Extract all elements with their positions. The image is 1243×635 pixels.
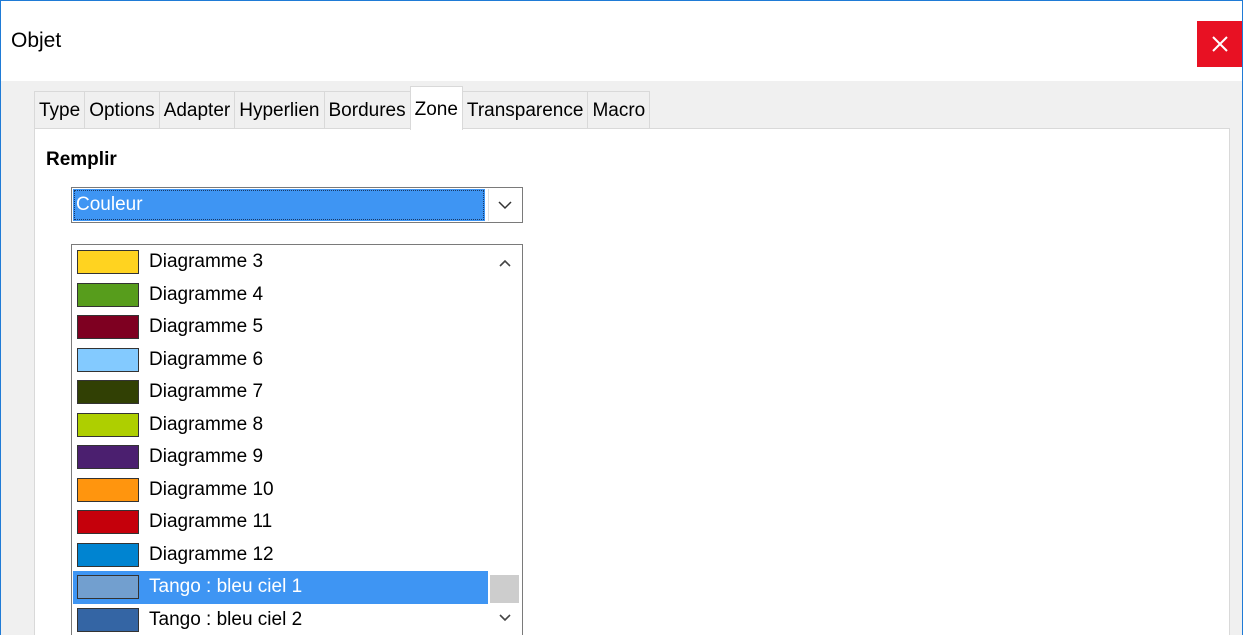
tab-hyperlien[interactable]: Hyperlien xyxy=(234,91,325,129)
fill-section-label: Remplir xyxy=(46,149,117,170)
color-label: Tango : bleu ciel 2 xyxy=(149,608,303,630)
color-swatch xyxy=(77,445,139,470)
color-list-item[interactable]: Tango : bleu ciel 2 xyxy=(73,604,488,635)
zone-panel: Remplir Couleur Diagramme 3 Diagramme 4 Di… xyxy=(34,128,1230,635)
color-list-items: Diagramme 3 Diagramme 4 Diagramme 5 Diagram… xyxy=(73,246,488,635)
tab-transparence[interactable]: Transparence xyxy=(461,91,589,129)
tab-bar: Type Options Adapter Hyperlien Bordures … xyxy=(34,85,651,130)
color-swatch xyxy=(77,347,139,372)
color-list-item[interactable]: Diagramme 7 xyxy=(73,376,488,409)
tab-macro[interactable]: Macro xyxy=(587,91,651,129)
color-label: Diagramme 10 xyxy=(149,478,274,500)
scroll-up-button[interactable] xyxy=(488,246,521,279)
color-label: Diagramme 12 xyxy=(149,543,274,565)
color-label: Diagramme 4 xyxy=(149,283,264,305)
object-dialog: Objet Type Options Adapter Hyperlien Bor… xyxy=(0,0,1243,635)
tab-bordures[interactable]: Bordures xyxy=(323,91,411,129)
color-label: Diagramme 3 xyxy=(149,251,264,273)
color-list-item[interactable]: Diagramme 3 xyxy=(73,246,488,279)
color-swatch xyxy=(77,282,139,307)
color-swatch xyxy=(77,412,139,437)
color-list[interactable]: Diagramme 3 Diagramme 4 Diagramme 5 Diagram… xyxy=(71,244,523,635)
color-swatch xyxy=(77,380,139,405)
close-icon xyxy=(1211,36,1228,52)
chevron-down-icon xyxy=(498,613,511,621)
tab-options[interactable]: Options xyxy=(84,91,160,129)
color-list-item[interactable]: Diagramme 4 xyxy=(73,279,488,312)
color-label: Diagramme 5 xyxy=(149,316,264,338)
color-list-item[interactable]: Diagramme 9 xyxy=(73,441,488,474)
tab-adapter[interactable]: Adapter xyxy=(158,91,236,129)
color-swatch xyxy=(77,607,139,632)
color-list-item[interactable]: Diagramme 11 xyxy=(73,506,488,539)
close-button[interactable] xyxy=(1197,21,1242,67)
color-swatch xyxy=(77,510,139,535)
color-label: Tango : bleu ciel 1 xyxy=(149,576,303,598)
color-list-item[interactable]: Diagramme 5 xyxy=(73,311,488,344)
color-swatch xyxy=(77,575,139,600)
color-list-item[interactable]: Diagramme 12 xyxy=(73,539,488,572)
color-label: Diagramme 6 xyxy=(149,348,264,370)
fill-type-dropdown-button[interactable] xyxy=(488,189,521,221)
chevron-down-icon xyxy=(498,200,512,209)
color-swatch xyxy=(77,250,139,275)
color-list-item[interactable]: Diagramme 8 xyxy=(73,409,488,442)
color-list-scrollbar[interactable] xyxy=(488,246,521,634)
fill-type-select[interactable]: Couleur xyxy=(71,187,523,223)
color-swatch xyxy=(77,542,139,567)
color-swatch xyxy=(77,315,139,340)
title-bar: Objet xyxy=(1,1,1242,81)
window-title: Objet xyxy=(11,29,62,52)
tab-type[interactable]: Type xyxy=(34,91,86,129)
color-label: Diagramme 8 xyxy=(149,413,264,435)
scroll-thumb[interactable] xyxy=(490,575,519,603)
color-swatch xyxy=(77,477,139,502)
color-label: Diagramme 11 xyxy=(149,511,273,533)
color-label: Diagramme 7 xyxy=(149,381,264,403)
fill-type-value: Couleur xyxy=(73,189,485,221)
tab-zone[interactable]: Zone xyxy=(409,86,463,130)
color-list-item[interactable]: Diagramme 6 xyxy=(73,344,488,377)
scroll-down-button[interactable] xyxy=(488,601,521,634)
chevron-up-icon xyxy=(498,259,511,267)
color-list-item[interactable]: Tango : bleu ciel 1 xyxy=(73,571,488,604)
color-label: Diagramme 9 xyxy=(149,446,264,468)
color-list-item[interactable]: Diagramme 10 xyxy=(73,474,488,507)
